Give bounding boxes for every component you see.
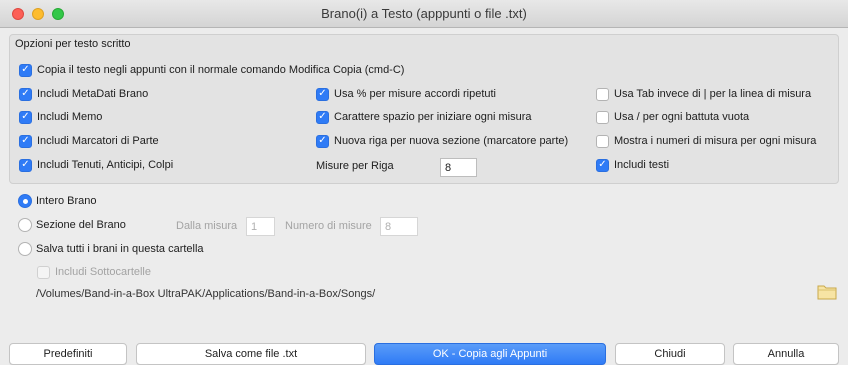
bars-per-line-input[interactable]: 8 (440, 158, 477, 177)
include-holds-checkbox[interactable]: ✓ Includi Tenuti, Anticipi, Colpi (19, 157, 173, 173)
bars-per-line-label: Misure per Riga (316, 160, 394, 172)
copy-clipboard-label: Copia il testo negli appunti con il norm… (37, 64, 405, 76)
whole-song-label: Intero Brano (36, 195, 97, 207)
checkmark-icon: ✓ (19, 63, 32, 77)
space-char-label: Carattere spazio per iniziare ogni misur… (334, 111, 532, 123)
use-percent-label: Usa % per misure accordi ripetuti (334, 88, 497, 100)
include-subfolders-checkbox[interactable]: Includi Sottocartelle (37, 264, 151, 280)
window-title: Brano(i) a Testo (apppunti o file .txt) (321, 6, 527, 21)
include-metadata-checkbox[interactable]: ✓ Includi MetaDati Brano (19, 86, 148, 102)
song-section-label: Sezione del Brano (36, 219, 126, 231)
show-bar-numbers-label: Mostra i numeri di misura per ogni misur… (614, 135, 817, 147)
checkmark-icon: ✓ (596, 158, 609, 172)
whole-song-radio[interactable]: Intero Brano (18, 193, 97, 209)
title-bar: Brano(i) a Testo (apppunti o file .txt) (0, 0, 848, 28)
checkmark-icon: ✓ (19, 110, 32, 124)
use-slash-checkbox[interactable]: Usa / per ogni battuta vuota (596, 109, 749, 125)
checkmark-icon: ✓ (316, 134, 329, 148)
include-metadata-label: Includi MetaDati Brano (37, 88, 149, 100)
checkmark-icon: ✓ (19, 134, 32, 148)
include-part-markers-label: Includi Marcatori di Parte (37, 135, 159, 147)
include-lyrics-checkbox[interactable]: ✓ Includi testi (596, 157, 669, 173)
use-percent-checkbox[interactable]: ✓ Usa % per misure accordi ripetuti (316, 86, 496, 102)
use-tab-label: Usa Tab invece di | per la linea di misu… (614, 88, 812, 100)
save-all-radio[interactable]: Salva tutti i brani in questa cartella (18, 241, 204, 257)
include-part-markers-checkbox[interactable]: ✓ Includi Marcatori di Parte (19, 133, 159, 149)
folder-path: /Volumes/Band-in-a-Box UltraPAK/Applicat… (36, 288, 376, 300)
copy-clipboard-checkbox[interactable]: ✓ Copia il testo negli appunti con il no… (19, 62, 404, 78)
checkmark-icon: ✓ (316, 87, 329, 101)
cancel-button[interactable]: Annulla (733, 343, 839, 365)
checkmark-icon: ✓ (316, 110, 329, 124)
dialog-window: Brano(i) a Testo (apppunti o file .txt) … (0, 0, 848, 365)
use-slash-label: Usa / per ogni battuta vuota (614, 111, 750, 123)
include-holds-label: Includi Tenuti, Anticipi, Colpi (37, 159, 174, 171)
defaults-button[interactable]: Predefiniti (9, 343, 127, 365)
num-bars-input[interactable]: 8 (380, 217, 418, 236)
from-bar-label: Dalla misura (176, 220, 238, 232)
include-subfolders-label: Includi Sottocartelle (55, 266, 151, 278)
use-tab-checkbox[interactable]: Usa Tab invece di | per la linea di misu… (596, 86, 811, 102)
options-group-title: Opzioni per testo scritto (15, 38, 131, 50)
include-memo-label: Includi Memo (37, 111, 103, 123)
space-char-checkbox[interactable]: ✓ Carattere spazio per iniziare ogni mis… (316, 109, 531, 125)
new-line-section-checkbox[interactable]: ✓ Nuova riga per nuova sezione (marcator… (316, 133, 568, 149)
song-section-radio[interactable]: Sezione del Brano (18, 217, 126, 233)
folder-icon[interactable] (816, 281, 838, 301)
new-line-section-label: Nuova riga per nuova sezione (marcatore … (334, 135, 569, 147)
num-bars-label: Numero di misure (285, 220, 372, 232)
show-bar-numbers-checkbox[interactable]: Mostra i numeri di misura per ogni misur… (596, 133, 816, 149)
close-button[interactable]: Chiudi (615, 343, 725, 365)
save-all-label: Salva tutti i brani in questa cartella (36, 243, 204, 255)
include-memo-checkbox[interactable]: ✓ Includi Memo (19, 109, 102, 125)
save-txt-button[interactable]: Salva come file .txt (136, 343, 366, 365)
from-bar-input[interactable]: 1 (246, 217, 275, 236)
checkmark-icon: ✓ (19, 87, 32, 101)
checkmark-icon: ✓ (19, 158, 32, 172)
ok-copy-button[interactable]: OK - Copia agli Appunti (374, 343, 606, 365)
include-lyrics-label: Includi testi (614, 159, 670, 171)
